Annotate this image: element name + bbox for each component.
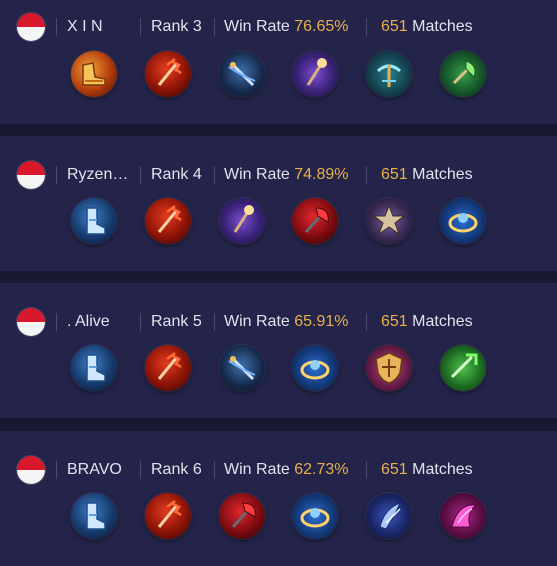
win-rate: Win Rate 76.65% <box>224 18 349 36</box>
indonesia-flag-icon <box>17 456 45 484</box>
axe-green-icon[interactable] <box>440 51 486 97</box>
boots-blue-icon[interactable] <box>71 198 117 244</box>
divider <box>366 461 367 479</box>
divider <box>214 461 215 479</box>
arrow-green-icon[interactable] <box>440 345 486 391</box>
win-rate: Win Rate 65.91% <box>224 313 349 331</box>
divider <box>140 313 141 331</box>
rank-label: Rank <box>151 166 189 183</box>
win-rate: Win Rate 62.73% <box>224 461 349 479</box>
axe-red-icon[interactable] <box>292 198 338 244</box>
rank-value: 6 <box>192 461 202 478</box>
divider <box>56 461 57 479</box>
match-count-value: 651 <box>381 313 408 330</box>
win-rate-label: Win Rate <box>224 166 290 183</box>
rank-label: Rank <box>151 313 189 330</box>
ring-icon[interactable] <box>440 198 486 244</box>
match-count: 651 Matches <box>381 166 473 184</box>
item-build <box>0 51 557 99</box>
player-rank: Rank 3 <box>151 18 202 36</box>
win-rate-value: 65.91% <box>294 313 349 330</box>
player-card[interactable]: BRAVO Rank 6 Win Rate 62.73% 651 Matches <box>0 431 557 566</box>
matches-label: Matches <box>412 18 473 35</box>
ring-icon[interactable] <box>292 345 338 391</box>
player-name[interactable]: BRAVO <box>67 461 133 479</box>
player-name[interactable]: Ryzen… <box>67 166 133 184</box>
boots-blue-icon[interactable] <box>71 493 117 539</box>
blade-blue-icon[interactable] <box>366 493 412 539</box>
shield-gold-icon[interactable] <box>366 345 412 391</box>
indonesia-flag-icon <box>17 308 45 336</box>
indonesia-flag-icon <box>17 13 45 41</box>
match-count: 651 Matches <box>381 461 473 479</box>
rank-value: 4 <box>192 166 202 183</box>
win-rate-label: Win Rate <box>224 18 290 35</box>
player-header: X I N Rank 3 Win Rate 76.65% 651 Matches <box>0 12 557 42</box>
divider <box>56 166 57 184</box>
divider <box>366 313 367 331</box>
spear-blue-icon[interactable] <box>219 345 265 391</box>
player-card[interactable]: Ryzen… Rank 4 Win Rate 74.89% 651 Matche… <box>0 136 557 271</box>
player-header: . Alive Rank 5 Win Rate 65.91% 651 Match… <box>0 307 557 337</box>
divider <box>56 18 57 36</box>
player-card[interactable]: X I N Rank 3 Win Rate 76.65% 651 Matches <box>0 0 557 124</box>
divider <box>214 166 215 184</box>
matches-label: Matches <box>412 313 473 330</box>
spear-blue-icon[interactable] <box>219 51 265 97</box>
player-rank: Rank 6 <box>151 461 202 479</box>
win-rate-label: Win Rate <box>224 461 290 478</box>
staff-icon[interactable] <box>292 51 338 97</box>
item-build <box>0 493 557 541</box>
item-build <box>0 198 557 246</box>
trident-icon[interactable] <box>145 493 191 539</box>
match-count: 651 Matches <box>381 313 473 331</box>
match-count-value: 651 <box>381 166 408 183</box>
spiked-icon[interactable] <box>366 198 412 244</box>
player-header: Ryzen… Rank 4 Win Rate 74.89% 651 Matche… <box>0 160 557 190</box>
rank-value: 3 <box>192 18 202 35</box>
divider <box>56 313 57 331</box>
win-rate: Win Rate 74.89% <box>224 166 349 184</box>
build-list: X I N Rank 3 Win Rate 76.65% 651 Matches <box>0 0 557 566</box>
rank-value: 5 <box>192 313 202 330</box>
axe-red-icon[interactable] <box>219 493 265 539</box>
matches-label: Matches <box>412 166 473 183</box>
match-count-value: 651 <box>381 461 408 478</box>
trident-icon[interactable] <box>145 198 191 244</box>
win-rate-label: Win Rate <box>224 313 290 330</box>
player-rank: Rank 5 <box>151 313 202 331</box>
win-rate-value: 62.73% <box>294 461 349 478</box>
item-build <box>0 345 557 393</box>
staff-icon[interactable] <box>219 198 265 244</box>
player-name[interactable]: X I N <box>67 18 133 36</box>
player-name[interactable]: . Alive <box>67 313 133 331</box>
rank-label: Rank <box>151 461 189 478</box>
divider <box>366 166 367 184</box>
indonesia-flag-icon <box>17 161 45 189</box>
rank-label: Rank <box>151 18 189 35</box>
matches-label: Matches <box>412 461 473 478</box>
match-count-value: 651 <box>381 18 408 35</box>
divider <box>140 461 141 479</box>
crossbow-icon[interactable] <box>366 51 412 97</box>
win-rate-value: 74.89% <box>294 166 349 183</box>
divider <box>214 313 215 331</box>
divider <box>366 18 367 36</box>
win-rate-value: 76.65% <box>294 18 349 35</box>
trident-icon[interactable] <box>145 51 191 97</box>
player-card[interactable]: . Alive Rank 5 Win Rate 65.91% 651 Match… <box>0 283 557 418</box>
wing-pink-icon[interactable] <box>440 493 486 539</box>
boots-gold-icon[interactable] <box>71 51 117 97</box>
divider <box>140 18 141 36</box>
match-count: 651 Matches <box>381 18 473 36</box>
divider <box>214 18 215 36</box>
player-rank: Rank 4 <box>151 166 202 184</box>
trident-icon[interactable] <box>145 345 191 391</box>
boots-blue-icon[interactable] <box>71 345 117 391</box>
ring-icon[interactable] <box>292 493 338 539</box>
player-header: BRAVO Rank 6 Win Rate 62.73% 651 Matches <box>0 455 557 485</box>
divider <box>140 166 141 184</box>
